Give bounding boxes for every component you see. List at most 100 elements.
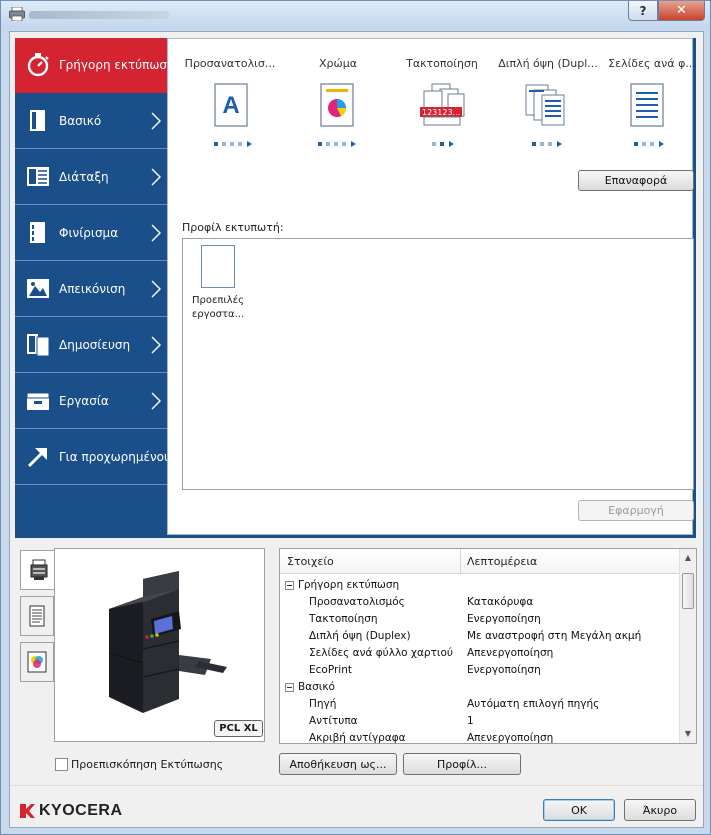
footer-divider [10, 785, 703, 786]
details-header: Στοιχείο Λεπτομέρεια [280, 549, 680, 574]
details-value: Απενεργοποίηση [467, 732, 554, 744]
cancel-button[interactable]: Άκυρο [624, 799, 696, 821]
publishing-icon [27, 334, 50, 357]
nav-item-publishing[interactable]: Δημοσίευση [15, 318, 167, 373]
help-button[interactable]: ? [628, 1, 658, 21]
apply-button[interactable]: Εφαρμογή [578, 500, 694, 521]
details-row[interactable]: Ακριβή αντίγραφα Απενεργοποίηση [280, 730, 680, 747]
dialog-client-area: Γρήγορη εκτύπωση Βασικό Διάταξη Φινίρισμ… [9, 31, 704, 828]
details-scrollbar[interactable]: ▲ ▼ [679, 549, 696, 743]
profile-name-line2: εργοστα... [191, 309, 245, 320]
stopwatch-icon [27, 53, 49, 77]
quick-print-content: Προσανατολισ... Χρώμα Τακτοποίηση Διπλή … [167, 38, 696, 535]
pages-per-sheet-icon[interactable] [630, 83, 664, 127]
settings-panel: Γρήγορη εκτύπωση Βασικό Διάταξη Φινίρισμ… [15, 38, 696, 538]
details-key: EcoPrint [309, 664, 352, 676]
printer-profile-list[interactable]: Προεπιλές εργοστα... [182, 238, 694, 490]
chevron-right-icon [151, 392, 161, 410]
advanced-arrow-icon [27, 448, 47, 468]
logo-text: KYOCERA [39, 802, 123, 819]
nav-item-imaging[interactable]: Απεικόνιση [15, 262, 167, 317]
details-key: Διπλή όψη (Duplex) [309, 630, 411, 642]
details-value: Απενεργοποίηση [467, 647, 554, 659]
details-row[interactable]: Προσανατολισμός Κατακόρυφα [280, 594, 680, 611]
option-label-pages-per-sheet: Σελίδες ανά φ... [608, 57, 696, 70]
details-group-row[interactable]: Βασικό [280, 679, 680, 696]
orientation-icon[interactable]: A [214, 83, 248, 127]
scroll-thumb[interactable] [682, 573, 694, 609]
collate-icon[interactable]: 123123... [418, 83, 466, 129]
details-key: Βασικό [298, 681, 335, 693]
print-preview-checkbox[interactable]: Προεπισκόπηση Εκτύπωσης [55, 758, 223, 771]
option-state-dots [214, 141, 252, 147]
printer-tab-icon [30, 559, 47, 580]
profile-name-line1: Προεπιλές [192, 295, 244, 306]
details-row[interactable]: Σελίδες ανά φύλλο χαρτιού Απενεργοποίηση [280, 645, 680, 662]
scroll-up-arrow-icon[interactable]: ▲ [683, 553, 693, 563]
details-value: Με αναστροφή στη Μεγάλη ακμή [467, 630, 642, 642]
tab-printer[interactable] [20, 550, 56, 590]
profile-item-factory-defaults[interactable]: Προεπιλές εργοστα... [187, 245, 249, 322]
close-button[interactable]: ✕ [658, 1, 705, 21]
details-value: Αυτόματη επιλογή πηγής [467, 698, 600, 710]
save-as-button[interactable]: Αποθήκευση ως... [279, 753, 397, 775]
tab-page[interactable] [20, 596, 54, 636]
tab-color[interactable] [20, 642, 54, 682]
details-row[interactable]: Αντίτυπα 1 [280, 713, 680, 730]
document-icon [30, 110, 45, 131]
nav-item-job[interactable]: Εργασία [15, 374, 167, 429]
nav-label: Γρήγορη εκτύπωση [59, 58, 167, 72]
color-tab-icon [27, 651, 47, 673]
option-state-dots [432, 141, 454, 147]
collapse-toggle-icon[interactable] [285, 581, 294, 590]
details-value: 1 [467, 715, 474, 727]
chevron-right-icon [151, 112, 161, 130]
ok-button[interactable]: OK [543, 799, 615, 821]
details-row[interactable]: Πηγή Αυτόματη επιλογή πηγής [280, 696, 680, 713]
option-label-duplex: Διπλή όψη (Dupl... [498, 57, 598, 70]
layout-icon [27, 167, 49, 186]
details-group-row[interactable]: Γρήγορη εκτύπωση [280, 577, 680, 594]
column-header-details[interactable]: Λεπτομέρεια [467, 555, 537, 568]
column-header-item[interactable]: Στοιχείο [287, 555, 334, 568]
nav-item-layout[interactable]: Διάταξη [15, 150, 167, 205]
reset-button[interactable]: Επαναφορά [578, 170, 694, 191]
printer-profile-label: Προφίλ εκτυπωτή: [182, 221, 284, 234]
details-value: Κατακόρυφα [467, 596, 534, 608]
details-row[interactable]: EcoPrint Ενεργοποίηση [280, 662, 680, 679]
nav-item-advanced[interactable]: Για προχωρημένους [15, 430, 167, 485]
chevron-right-icon [151, 280, 161, 298]
option-label-collate: Τακτοποίηση [406, 57, 478, 70]
option-state-dots [318, 141, 356, 147]
nav-item-finishing[interactable]: Φινίρισμα [15, 206, 167, 261]
details-key: Προσανατολισμός [309, 596, 405, 608]
preview-tabs [20, 550, 56, 690]
kyocera-logo: KYOCERA [18, 802, 123, 820]
nav-item-quick-print[interactable]: Γρήγορη εκτύπωση [15, 38, 167, 93]
details-value: Ενεργοποίηση [467, 613, 541, 625]
duplex-icon[interactable] [524, 83, 570, 127]
profile-button[interactable]: Προφίλ... [403, 753, 521, 775]
chevron-right-icon [151, 224, 161, 242]
details-key: Αντίτυπα [309, 715, 358, 727]
color-icon[interactable] [320, 83, 354, 127]
checkbox-box[interactable] [55, 758, 68, 771]
details-row[interactable]: Διπλή όψη (Duplex) Με αναστροφή στη Μεγάλ… [280, 628, 680, 645]
printer-preview: PCL XL [54, 548, 265, 742]
title-bar: ? ✕ [1, 1, 710, 29]
settings-details-list[interactable]: Στοιχείο Λεπτομέρεια Γρήγορη εκτύπωση Προ… [279, 548, 697, 744]
printer-device-illustration [108, 571, 227, 713]
details-key: Ακριβή αντίγραφα [309, 732, 406, 744]
printer-app-icon [9, 7, 25, 21]
finishing-icon [30, 222, 45, 243]
details-row[interactable]: Τακτοποίηση Ενεργοποίηση [280, 611, 680, 628]
details-value: Ενεργοποίηση [467, 664, 541, 676]
profile-thumbnail [201, 245, 235, 288]
scroll-down-arrow-icon[interactable]: ▼ [683, 729, 693, 739]
collapse-toggle-icon[interactable] [285, 683, 294, 692]
details-key: Γρήγορη εκτύπωση [298, 579, 400, 591]
nav-item-basic[interactable]: Βασικό [15, 94, 167, 149]
chevron-right-icon [151, 168, 161, 186]
pdl-badge: PCL XL [214, 720, 263, 737]
print-dialog-window: ? ✕ Γρήγορη εκτύπωση Βασικό Διάταξη Φινί… [0, 0, 711, 835]
